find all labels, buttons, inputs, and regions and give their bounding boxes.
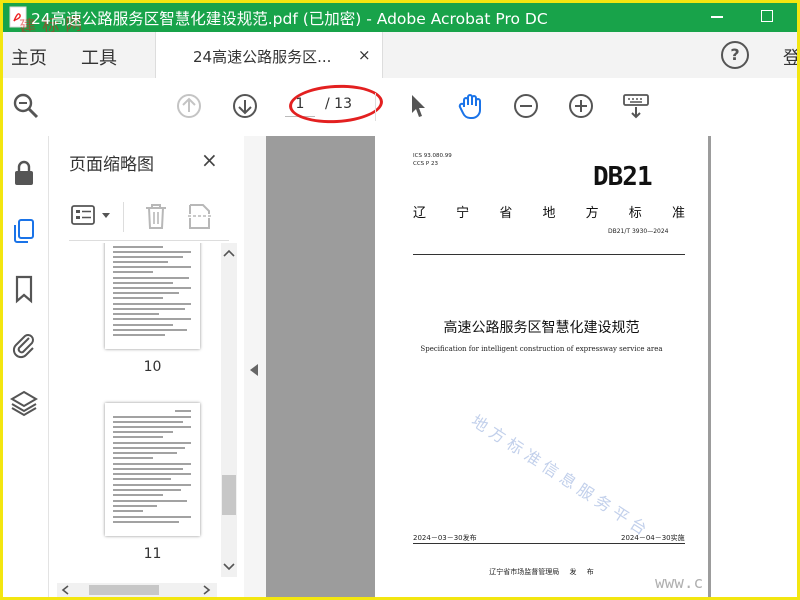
ics-line: ICS 93.080.99 — [413, 153, 452, 159]
panel-toolbar — [69, 196, 229, 241]
doc-ics-code: ICS 93.080.99 CCS P 23 — [413, 152, 452, 168]
province-char: 地 — [542, 206, 556, 221]
province-char: 辽 — [413, 206, 427, 221]
document-title: 高速公路服务区智慧化建设规范 — [443, 320, 640, 336]
release-date: 2024－03－30发布 — [413, 534, 477, 542]
collapse-arrow-icon[interactable] — [250, 364, 258, 376]
login-button[interactable]: 登 — [783, 44, 797, 70]
scroll-left-arrow-icon[interactable] — [61, 585, 69, 595]
keyboard-scroll-icon[interactable] — [621, 91, 651, 121]
standard-mark: DB21 — [593, 162, 653, 192]
zoom-search-icon[interactable] — [11, 91, 41, 121]
toolbar-divider — [375, 93, 376, 121]
tab-close-icon[interactable]: × — [358, 46, 371, 64]
left-navigation-rail — [3, 136, 49, 597]
minimize-button[interactable] — [701, 6, 733, 28]
thumbnail-page-10-content — [113, 246, 191, 336]
document-subtitle: Specification for intelligent constructi… — [420, 345, 663, 353]
panel-tools-divider — [123, 202, 124, 232]
main-toolbar: 1 / 13 — [3, 78, 797, 137]
document-view[interactable]: ICS 93.080.99 CCS P 23 DB21 辽 宁 省 地 方 标 … — [266, 136, 711, 597]
thumbnail-options-icon[interactable] — [71, 204, 99, 228]
province-char: 方 — [585, 206, 599, 221]
scroll-right-arrow-icon[interactable] — [203, 585, 211, 595]
chevron-down-icon[interactable] — [101, 212, 111, 220]
implement-date: 2024－04－30实施 — [621, 534, 685, 542]
thumbnail-label-11: 11 — [143, 546, 162, 562]
next-page-icon[interactable] — [230, 91, 260, 121]
title-bar: 建标网 24高速公路服务区智慧化建设规范.pdf (已加密) - Adobe A… — [3, 3, 797, 38]
document-tab-label: 24高速公路服务区... — [193, 48, 332, 66]
scroll-down-arrow-icon[interactable] — [223, 563, 235, 571]
thumbnail-vertical-scrollbar[interactable] — [221, 243, 237, 577]
panel-collapse-strip[interactable] — [244, 136, 266, 597]
right-blank-area — [711, 136, 797, 597]
menu-tools[interactable]: 工具 — [81, 44, 117, 70]
thumbnail-list: 10 11 — [49, 243, 244, 583]
red-annotation-ellipse — [288, 82, 384, 126]
select-arrow-icon[interactable] — [403, 91, 433, 121]
previous-page-icon[interactable] — [174, 91, 204, 121]
scroll-up-arrow-icon[interactable] — [223, 249, 235, 257]
document-watermark: 地方标准信息服务平台 — [467, 411, 655, 542]
document-tab[interactable]: 24高速公路服务区... × — [155, 32, 383, 78]
thumbnail-page-11[interactable] — [105, 403, 200, 536]
top-rule — [413, 254, 685, 255]
help-icon[interactable]: ? — [721, 41, 749, 69]
lock-icon[interactable] — [9, 158, 39, 188]
province-standard-heading: 辽 宁 省 地 方 标 准 — [413, 202, 685, 221]
province-char: 准 — [671, 206, 685, 221]
province-char: 省 — [499, 206, 513, 221]
bookmark-icon[interactable] — [9, 274, 39, 304]
horizontal-scroll-thumb[interactable] — [89, 585, 159, 595]
menu-tab-row: 主页 工具 24高速公路服务区... × ? 登 — [3, 32, 797, 78]
attachment-icon[interactable] — [9, 330, 39, 360]
panel-close-icon[interactable]: × — [201, 148, 218, 172]
page-thumbnails-panel: 页面缩略图 × 10 11 — [49, 136, 244, 597]
thumbnail-page-10[interactable] — [105, 243, 200, 349]
thumbnail-page-11-content — [113, 410, 191, 523]
vertical-scroll-thumb[interactable] — [222, 475, 236, 515]
maximize-button[interactable] — [751, 6, 783, 28]
zoom-in-icon[interactable] — [566, 91, 596, 121]
document-page: ICS 93.080.99 CCS P 23 DB21 辽 宁 省 地 方 标 … — [375, 136, 708, 597]
site-url-watermark: www.c — [655, 573, 704, 592]
bottom-rule — [413, 543, 685, 544]
province-char: 宁 — [456, 206, 470, 221]
hand-tool-icon[interactable] — [456, 91, 486, 121]
zoom-out-icon[interactable] — [511, 91, 541, 121]
menu-home[interactable]: 主页 — [11, 44, 47, 70]
province-char: 标 — [628, 206, 642, 221]
extract-page-icon[interactable] — [187, 202, 213, 230]
page-thumbnails-icon[interactable] — [9, 216, 39, 246]
delete-page-icon[interactable] — [143, 202, 169, 230]
panel-title: 页面缩略图 — [69, 155, 154, 175]
ccs-line: CCS P 23 — [413, 161, 438, 167]
thumbnail-label-10: 10 — [143, 359, 162, 375]
standard-code: DB21/T 3930—2024 — [608, 228, 669, 235]
layers-icon[interactable] — [9, 388, 39, 418]
thumbnail-horizontal-scrollbar[interactable] — [57, 583, 217, 597]
window-title: 24高速公路服务区智慧化建设规范.pdf (已加密) - Adobe Acrob… — [31, 10, 548, 28]
app-window: 建标网 24高速公路服务区智慧化建设规范.pdf (已加密) - Adobe A… — [0, 0, 800, 600]
